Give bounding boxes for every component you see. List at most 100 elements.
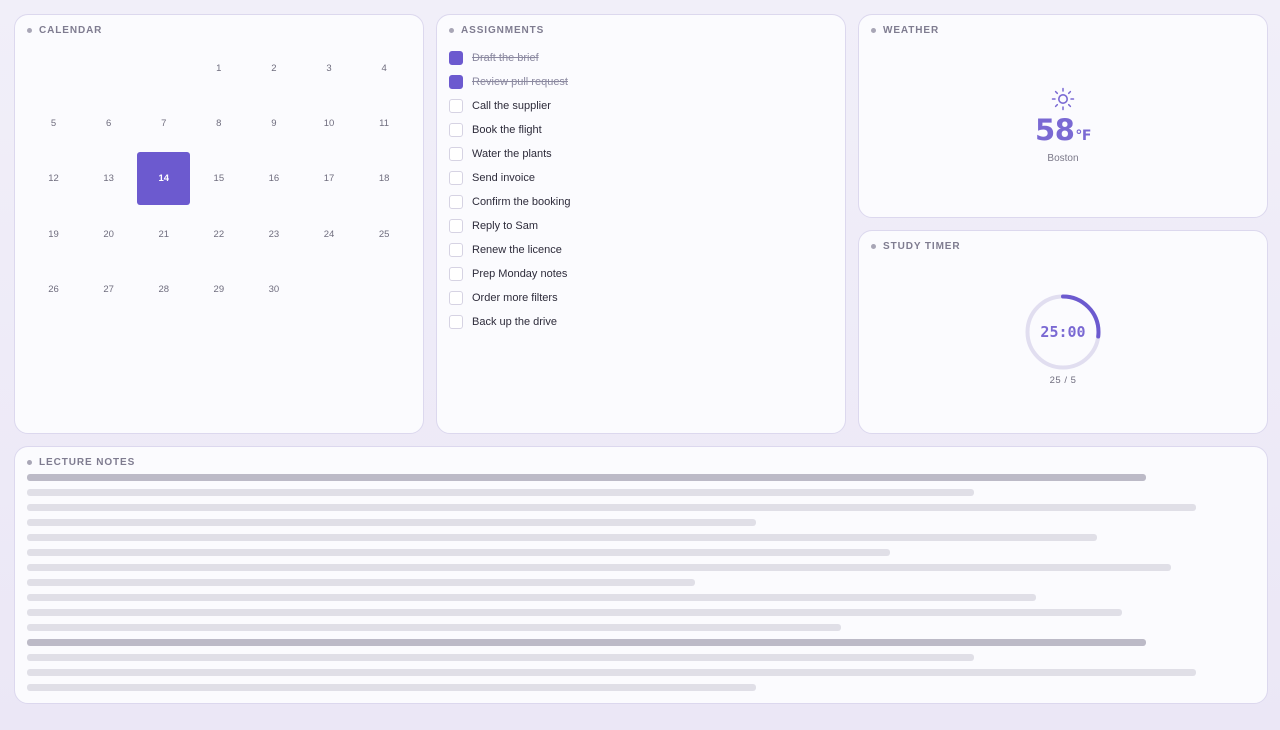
calendar-day[interactable]: 27 bbox=[81, 262, 136, 317]
calendar-day[interactable]: 14 bbox=[136, 151, 191, 206]
calendar-day-number: 11 bbox=[379, 118, 390, 130]
notes-text-line bbox=[27, 519, 756, 526]
calendar-day[interactable]: 19 bbox=[26, 207, 81, 262]
notes-text-line bbox=[27, 504, 1196, 511]
bullet-dot-icon bbox=[449, 28, 454, 33]
bullet-dot-icon bbox=[27, 28, 32, 33]
notes-text-line bbox=[27, 684, 756, 691]
calendar-day[interactable]: 17 bbox=[301, 151, 356, 206]
weather-title: WEATHER bbox=[871, 25, 939, 36]
calendar-day[interactable]: 24 bbox=[301, 207, 356, 262]
assignment-item[interactable]: Reply to Sam bbox=[449, 214, 570, 238]
calendar-day[interactable]: 22 bbox=[191, 207, 246, 262]
calendar-day-number: 3 bbox=[326, 63, 332, 75]
assignment-item[interactable]: Send invoice bbox=[449, 166, 570, 190]
notes-text-line bbox=[27, 489, 974, 496]
bullet-dot-icon bbox=[27, 460, 32, 465]
calendar-day[interactable]: 8 bbox=[191, 96, 246, 151]
calendar-day[interactable]: 2 bbox=[246, 41, 301, 96]
calendar-day[interactable]: 23 bbox=[246, 207, 301, 262]
assignments-card: ASSIGNMENTS Draft the brief Review pull r… bbox=[436, 14, 846, 434]
checkbox-unchecked[interactable] bbox=[449, 123, 463, 137]
calendar-day[interactable]: 21 bbox=[136, 207, 191, 262]
calendar-day[interactable]: 25 bbox=[357, 207, 412, 262]
calendar-day-number: 5 bbox=[50, 118, 57, 130]
calendar-day-number: 18 bbox=[378, 173, 390, 185]
calendar-day-number: 26 bbox=[48, 283, 59, 295]
calendar-day[interactable]: 10 bbox=[301, 96, 356, 151]
notes-content[interactable] bbox=[27, 474, 1196, 699]
assignment-label: Review pull request bbox=[472, 76, 568, 88]
calendar-day[interactable]: 9 bbox=[246, 96, 301, 151]
study-timer-card: STUDY TIMER 25:00 25 / 5 bbox=[858, 230, 1268, 434]
assignment-item[interactable]: Confirm the booking bbox=[449, 190, 570, 214]
timer-countdown[interactable]: 25:00 bbox=[1025, 294, 1101, 370]
assignment-item[interactable]: Order more filters bbox=[449, 286, 570, 310]
calendar-day-number: 4 bbox=[381, 63, 387, 75]
assignment-label: Renew the licence bbox=[472, 244, 562, 256]
checkbox-unchecked[interactable] bbox=[449, 99, 463, 113]
timer-title: STUDY TIMER bbox=[871, 241, 961, 252]
assignment-item[interactable]: Book the flight bbox=[449, 118, 570, 142]
calendar-day[interactable]: 3 bbox=[301, 41, 356, 96]
checkbox-unchecked[interactable] bbox=[449, 243, 463, 257]
calendar-day[interactable]: 26 bbox=[26, 262, 81, 317]
calendar-day[interactable]: 16 bbox=[246, 151, 301, 206]
checkbox-checked[interactable] bbox=[449, 51, 463, 65]
calendar-day-number: 13 bbox=[103, 173, 114, 185]
assignment-item[interactable]: Draft the brief bbox=[449, 46, 570, 70]
calendar-day[interactable]: 12 bbox=[26, 151, 81, 206]
assignment-item[interactable]: Water the plants bbox=[449, 142, 570, 166]
calendar-day[interactable]: 30 bbox=[246, 262, 301, 317]
calendar-day-number: 20 bbox=[103, 228, 114, 240]
calendar-day[interactable]: 15 bbox=[191, 151, 246, 206]
calendar-day-number: 2 bbox=[271, 63, 277, 75]
calendar-day[interactable]: 18 bbox=[357, 151, 412, 206]
calendar-day-number: 22 bbox=[213, 228, 225, 240]
calendar-day-number: 7 bbox=[161, 118, 167, 130]
assignment-label: Book the flight bbox=[472, 124, 542, 136]
calendar-day-number: 24 bbox=[323, 228, 335, 240]
calendar-day-number: 1 bbox=[216, 63, 222, 75]
sun-icon bbox=[1051, 87, 1075, 111]
calendar-day[interactable]: 20 bbox=[81, 207, 136, 262]
calendar-card: CALENDAR 1 2 3 4 5 6 7 8 9 10 11 12 13 14 15 16 17 18 19 20… bbox=[14, 14, 424, 434]
checkbox-unchecked[interactable] bbox=[449, 267, 463, 281]
bullet-dot-icon bbox=[871, 244, 876, 249]
calendar-day-number: 29 bbox=[213, 283, 225, 295]
assignment-item[interactable]: Review pull request bbox=[449, 70, 570, 94]
calendar-day[interactable]: 28 bbox=[136, 262, 191, 317]
calendar-day-number: 19 bbox=[48, 228, 59, 240]
assignment-label: Order more filters bbox=[472, 292, 558, 304]
assignment-item[interactable]: Renew the licence bbox=[449, 238, 570, 262]
calendar-grid: 1 2 3 4 5 6 7 8 9 10 11 12 13 14 15 16 17 18 19 20 21 22 23 24 2… bbox=[26, 41, 412, 317]
assignment-item[interactable]: Back up the drive bbox=[449, 310, 570, 334]
checkbox-checked[interactable] bbox=[449, 75, 463, 89]
calendar-day[interactable]: 1 bbox=[191, 41, 246, 96]
assignment-label: Send invoice bbox=[472, 172, 535, 184]
checkbox-unchecked[interactable] bbox=[449, 219, 463, 233]
assignment-item[interactable]: Prep Monday notes bbox=[449, 262, 570, 286]
calendar-day-number: 10 bbox=[323, 118, 335, 130]
notes-text-line bbox=[27, 534, 1097, 541]
calendar-day[interactable]: 29 bbox=[191, 262, 246, 317]
calendar-empty-cell bbox=[136, 41, 191, 96]
notes-text-line bbox=[27, 549, 890, 556]
checkbox-unchecked[interactable] bbox=[449, 147, 463, 161]
checkbox-unchecked[interactable] bbox=[449, 195, 463, 209]
calendar-day[interactable]: 13 bbox=[81, 151, 136, 206]
checkbox-unchecked[interactable] bbox=[449, 315, 463, 329]
calendar-day[interactable]: 6 bbox=[81, 96, 136, 151]
notes-text-line bbox=[27, 594, 1036, 601]
calendar-day[interactable]: 4 bbox=[357, 41, 412, 96]
checkbox-unchecked[interactable] bbox=[449, 291, 463, 305]
notes-text-line bbox=[27, 654, 974, 661]
calendar-day[interactable]: 7 bbox=[136, 96, 191, 151]
bullet-dot-icon bbox=[871, 28, 876, 33]
temperature-value: 58°F bbox=[1035, 113, 1091, 147]
assignment-item[interactable]: Call the supplier bbox=[449, 94, 570, 118]
calendar-day[interactable]: 5 bbox=[26, 96, 81, 151]
calendar-day[interactable]: 11 bbox=[357, 96, 412, 151]
calendar-day-number: 21 bbox=[158, 228, 170, 240]
checkbox-unchecked[interactable] bbox=[449, 171, 463, 185]
